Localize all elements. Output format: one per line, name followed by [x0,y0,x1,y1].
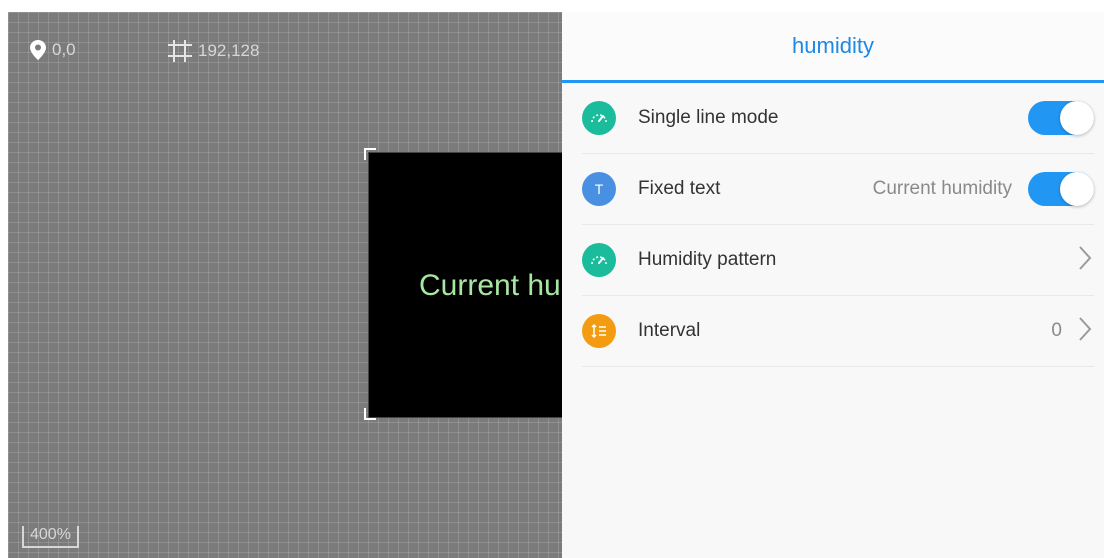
row-interval[interactable]: Interval 0 [582,296,1094,367]
resize-handle-bottom-left[interactable] [364,408,376,420]
row-label: Single line mode [638,107,779,128]
position-value: 0,0 [52,40,76,59]
panel-header: humidity [562,12,1104,83]
preview-screen: Current hu [368,152,562,418]
fixed-text-toggle[interactable] [1028,172,1094,206]
row-humidity-pattern[interactable]: Humidity pattern [582,225,1094,296]
size-value: 192,128 [198,41,260,60]
row-single-line-mode[interactable]: Single line mode [582,83,1094,154]
chevron-right-icon [1078,316,1092,347]
panel-title: humidity [792,33,874,58]
chevron-right-icon [1078,245,1092,276]
map-pin-icon [30,40,46,60]
editor-canvas[interactable]: 0,0 192,128 Current hu 400% [8,12,562,558]
properties-panel: humidity Single line mode T Fixed text C… [562,12,1104,558]
row-label: Interval [638,320,701,341]
zoom-level: 400% [22,526,79,548]
widget-preview[interactable]: Current hu [364,148,562,420]
row-label: Humidity pattern [638,249,777,270]
position-readout: 0,0 [30,40,76,60]
row-fixed-text[interactable]: T Fixed text Current humidity [582,154,1094,225]
size-readout: 192,128 [168,40,259,62]
interval-value: 0 [1051,320,1062,341]
interval-icon [582,314,616,348]
gauge-icon [582,101,616,135]
preview-text: Current hu [419,269,561,302]
text-icon: T [582,172,616,206]
row-label: Fixed text [638,178,721,199]
resize-handle-top-left[interactable] [364,148,376,160]
fixed-text-value: Current humidity [872,178,1012,199]
single-line-toggle[interactable] [1028,101,1094,135]
gauge-icon [582,243,616,277]
crop-icon [168,40,192,62]
